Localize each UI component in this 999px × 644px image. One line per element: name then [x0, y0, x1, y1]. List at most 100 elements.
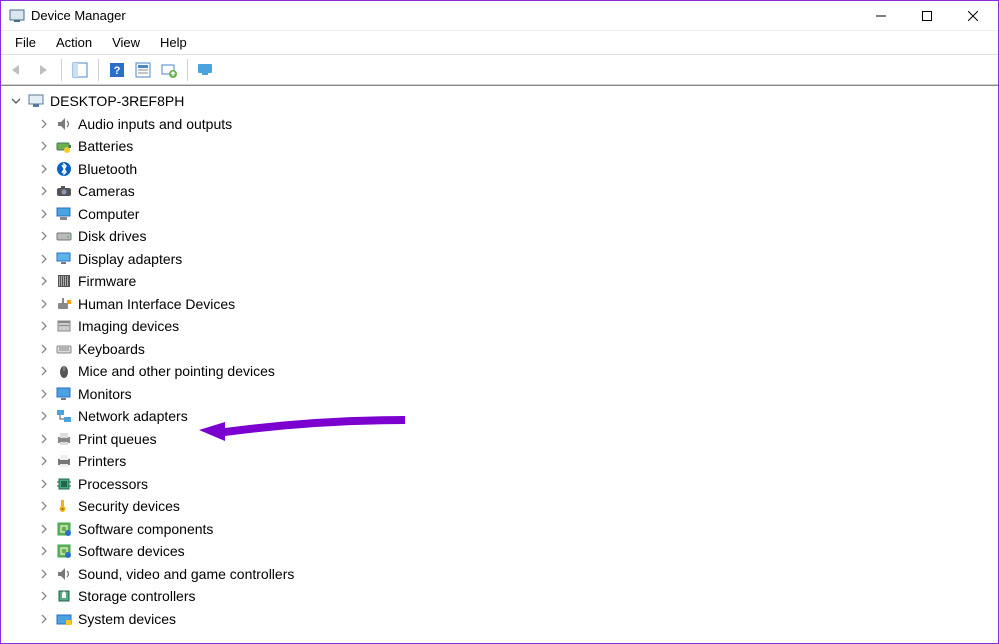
- tree-node[interactable]: Software devices: [3, 540, 996, 563]
- tree-node-label: Storage controllers: [78, 588, 196, 604]
- show-hide-tree-button[interactable]: [68, 58, 92, 82]
- tree-node[interactable]: Mice and other pointing devices: [3, 360, 996, 383]
- speaker-icon: [55, 115, 73, 133]
- expander-icon[interactable]: [37, 499, 51, 513]
- tree-node[interactable]: Sound, video and game controllers: [3, 563, 996, 586]
- window-title: Device Manager: [31, 8, 126, 23]
- expander-icon[interactable]: [37, 252, 51, 266]
- expander-icon[interactable]: [37, 477, 51, 491]
- menu-view[interactable]: View: [102, 32, 150, 53]
- speaker-icon: [55, 565, 73, 583]
- cpu-icon: [55, 475, 73, 493]
- tree-node[interactable]: Disk drives: [3, 225, 996, 248]
- tree-node[interactable]: Batteries: [3, 135, 996, 158]
- firmware-icon: [55, 272, 73, 290]
- keyboard-icon: [55, 340, 73, 358]
- system-icon: [55, 610, 73, 628]
- tree-node-label: Computer: [78, 206, 139, 222]
- camera-icon: [55, 182, 73, 200]
- tree-node[interactable]: Computer: [3, 203, 996, 226]
- tree-node[interactable]: Bluetooth: [3, 158, 996, 181]
- tree-node-label: Audio inputs and outputs: [78, 116, 232, 132]
- hid-icon: [55, 295, 73, 313]
- expander-icon[interactable]: [37, 207, 51, 221]
- device-tree[interactable]: DESKTOP-3REF8PH Audio inputs and outputs…: [1, 86, 998, 644]
- expander-icon[interactable]: [37, 454, 51, 468]
- software-icon: [55, 542, 73, 560]
- tree-node-label: Display adapters: [78, 251, 182, 267]
- expander-icon[interactable]: [37, 319, 51, 333]
- disk-icon: [55, 227, 73, 245]
- menubar: File Action View Help: [1, 31, 998, 55]
- tree-node[interactable]: Storage controllers: [3, 585, 996, 608]
- tree-node[interactable]: Printers: [3, 450, 996, 473]
- tree-node[interactable]: Cameras: [3, 180, 996, 203]
- tree-node-label: Imaging devices: [78, 318, 179, 334]
- tree-node[interactable]: Network adapters: [3, 405, 996, 428]
- tree-node[interactable]: System devices: [3, 608, 996, 631]
- expander-icon[interactable]: [37, 117, 51, 131]
- expander-icon[interactable]: [37, 432, 51, 446]
- forward-button[interactable]: [31, 58, 55, 82]
- expander-icon[interactable]: [37, 342, 51, 356]
- expander-icon[interactable]: [37, 297, 51, 311]
- expander-icon[interactable]: [37, 409, 51, 423]
- computer-icon: [55, 205, 73, 223]
- expander-icon[interactable]: [37, 544, 51, 558]
- battery-icon: [55, 137, 73, 155]
- minimize-button[interactable]: [858, 1, 904, 31]
- app-icon: [9, 8, 25, 24]
- printer-icon: [55, 452, 73, 470]
- tree-node[interactable]: Print queues: [3, 428, 996, 451]
- close-button[interactable]: [950, 1, 996, 31]
- tree-node-label: Sound, video and game controllers: [78, 566, 294, 582]
- expander-icon[interactable]: [37, 589, 51, 603]
- tree-node[interactable]: Display adapters: [3, 248, 996, 271]
- menu-action[interactable]: Action: [46, 32, 102, 53]
- tree-root[interactable]: DESKTOP-3REF8PH: [3, 90, 996, 113]
- menu-file[interactable]: File: [5, 32, 46, 53]
- expander-icon[interactable]: [37, 364, 51, 378]
- tree-node-label: Print queues: [78, 431, 157, 447]
- maximize-button[interactable]: [904, 1, 950, 31]
- tree-node[interactable]: Keyboards: [3, 338, 996, 361]
- tree-node-label: Cameras: [78, 183, 135, 199]
- expander-icon[interactable]: [37, 162, 51, 176]
- expander-icon[interactable]: [37, 567, 51, 581]
- tree-node[interactable]: Software components: [3, 518, 996, 541]
- expander-icon[interactable]: [37, 612, 51, 626]
- expander-icon[interactable]: [37, 274, 51, 288]
- tree-node[interactable]: Security devices: [3, 495, 996, 518]
- menu-help[interactable]: Help: [150, 32, 197, 53]
- back-button[interactable]: [5, 58, 29, 82]
- imaging-icon: [55, 317, 73, 335]
- svg-text:?: ?: [114, 65, 121, 77]
- tree-node[interactable]: Firmware: [3, 270, 996, 293]
- scan-hardware-button[interactable]: [157, 58, 181, 82]
- expander-icon[interactable]: [37, 387, 51, 401]
- tree-node[interactable]: Imaging devices: [3, 315, 996, 338]
- expander-icon[interactable]: [37, 139, 51, 153]
- tree-node-label: Monitors: [78, 386, 132, 402]
- bluetooth-icon: [55, 160, 73, 178]
- expander-icon[interactable]: [9, 94, 23, 108]
- view-devices-button[interactable]: [194, 58, 218, 82]
- help-button[interactable]: ?: [105, 58, 129, 82]
- security-icon: [55, 497, 73, 515]
- toolbar: ?: [1, 55, 998, 85]
- tree-node[interactable]: Monitors: [3, 383, 996, 406]
- tree-node[interactable]: Audio inputs and outputs: [3, 113, 996, 136]
- tree-node-label: System devices: [78, 611, 176, 627]
- tree-node-label: Security devices: [78, 498, 180, 514]
- tree-root-label: DESKTOP-3REF8PH: [50, 93, 184, 109]
- expander-icon[interactable]: [37, 184, 51, 198]
- expander-icon[interactable]: [37, 229, 51, 243]
- expander-icon[interactable]: [37, 522, 51, 536]
- properties-button[interactable]: [131, 58, 155, 82]
- mouse-icon: [55, 362, 73, 380]
- software-icon: [55, 520, 73, 538]
- tree-node[interactable]: Human Interface Devices: [3, 293, 996, 316]
- tree-node-label: Printers: [78, 453, 126, 469]
- tree-node[interactable]: Processors: [3, 473, 996, 496]
- printqueue-icon: [55, 430, 73, 448]
